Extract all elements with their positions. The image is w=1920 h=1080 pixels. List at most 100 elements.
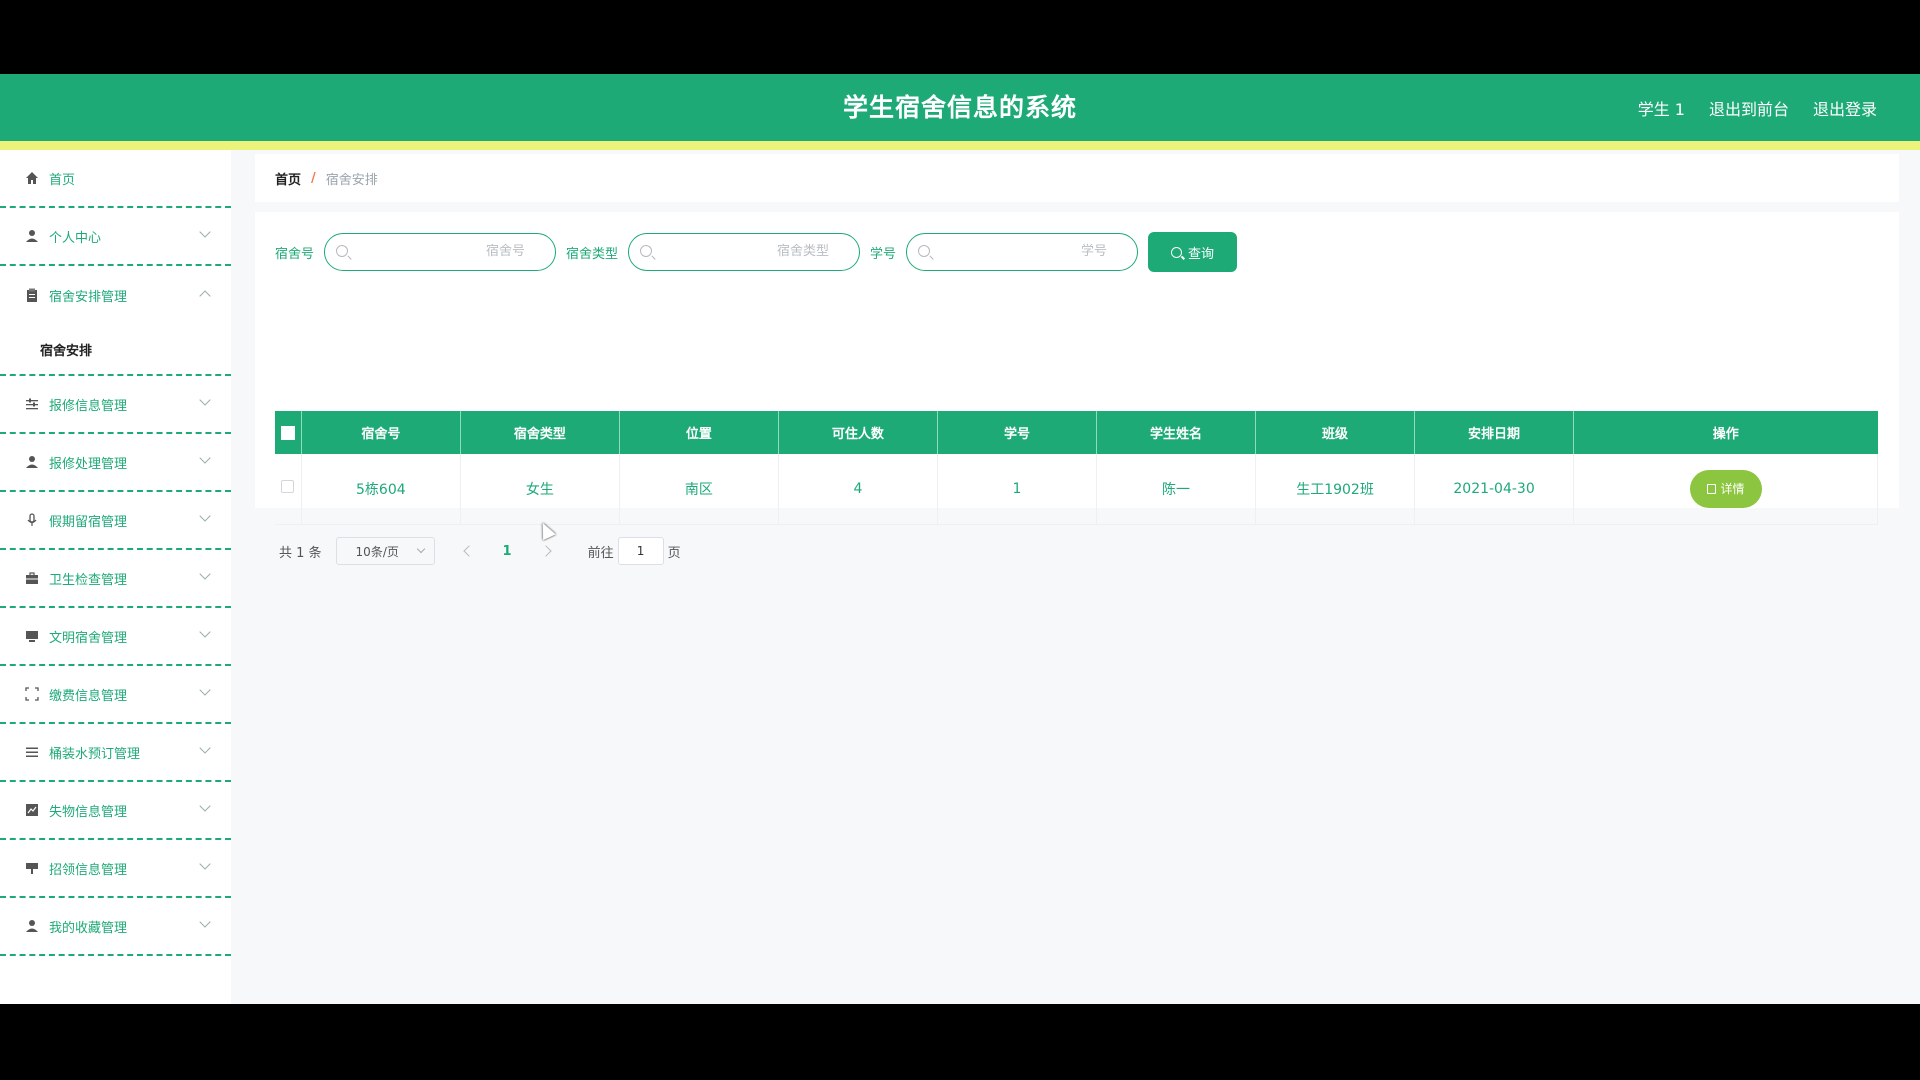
user-icon	[24, 454, 40, 470]
sidebar-item-water-order[interactable]: 桶装水预订管理	[0, 724, 231, 782]
search-row: 宿舍号 宿舍类型 学号 查询	[275, 232, 1238, 272]
column-header: 班级	[1255, 411, 1416, 454]
sidebar-item-dorm-arrangement[interactable]: 宿舍安排管理	[0, 266, 231, 324]
sidebar-item-repair-handling[interactable]: 报修处理管理	[0, 434, 231, 492]
goto-suffix: 页	[667, 545, 681, 561]
page-size-select[interactable]: 10条/页	[335, 537, 435, 565]
total-count: 共 1 条	[279, 545, 322, 561]
column-header: 宿舍号	[301, 411, 461, 454]
search-icon	[336, 245, 349, 257]
sidebar-item-label: 宿舍安排管理	[49, 289, 128, 305]
logout-link[interactable]: 退出登录	[1813, 96, 1877, 120]
cell-name: 陈一	[1096, 454, 1257, 525]
student-search-label: 学号	[870, 246, 897, 262]
sidebar-item-label: 假期留宿管理	[49, 514, 128, 530]
sidebar: 首页 个人中心 宿舍安排管理 宿舍安排 报修信息管理 报修处理管理 假期留宿管理…	[0, 150, 231, 1004]
breadcrumb-separator: /	[311, 170, 316, 186]
sidebar-item-label: 报修信息管理	[49, 398, 128, 414]
page-number[interactable]: 1	[503, 544, 512, 559]
signpost-icon	[24, 860, 40, 876]
cell-location: 南区	[619, 454, 779, 525]
cell-class: 生工1902班	[1255, 454, 1416, 525]
current-user[interactable]: 学生 1	[1638, 96, 1685, 120]
microphone-icon	[24, 512, 40, 528]
student-search-box	[906, 233, 1139, 271]
document-icon	[1706, 483, 1716, 494]
sidebar-item-label: 卫生检查管理	[49, 572, 128, 588]
sidebar-item-hygiene-check[interactable]: 卫生检查管理	[0, 550, 231, 608]
type-search-box	[628, 233, 861, 271]
query-button-label: 查询	[1188, 245, 1215, 261]
cell-capacity: 4	[778, 454, 938, 525]
header-stripe	[0, 141, 1920, 150]
user-icon	[24, 918, 40, 934]
sidebar-item-payment-info[interactable]: 缴费信息管理	[0, 666, 231, 724]
type-search-input[interactable]	[659, 234, 850, 269]
sidebar-item-lost-items[interactable]: 失物信息管理	[0, 782, 231, 840]
table-header-row: 宿舍号 宿舍类型 位置 可住人数 学号 学生姓名 班级 安排日期 操作	[275, 411, 1878, 454]
search-icon	[918, 245, 931, 257]
next-page-icon[interactable]	[539, 545, 552, 557]
sidebar-item-found-items[interactable]: 招领信息管理	[0, 840, 231, 898]
breadcrumb: 首页 / 宿舍安排	[255, 154, 1899, 202]
table-row: 5栋604 女生 南区 4 1 陈一 生工1902班 2021-04-30 详情	[275, 454, 1878, 525]
sidebar-item-holiday-stay[interactable]: 假期留宿管理	[0, 492, 231, 550]
chevron-down-icon	[199, 800, 211, 812]
sidebar-item-label: 报修处理管理	[49, 456, 128, 472]
sidebar-item-label: 个人中心	[49, 230, 102, 246]
sidebar-item-civilized-dorm[interactable]: 文明宿舍管理	[0, 608, 231, 666]
exit-to-front-link[interactable]: 退出到前台	[1709, 96, 1789, 120]
search-icon	[1171, 246, 1183, 258]
student-search-input[interactable]	[937, 234, 1128, 269]
cell-type: 女生	[460, 454, 620, 525]
sidebar-item-home[interactable]: 首页	[0, 150, 231, 208]
query-button[interactable]: 查询	[1148, 232, 1238, 272]
dorm-search-input[interactable]	[355, 234, 546, 269]
sidebar-item-label: 首页	[49, 172, 76, 188]
chevron-up-icon	[199, 290, 211, 302]
sidebar-item-label: 招领信息管理	[49, 862, 128, 878]
column-header: 可住人数	[778, 411, 938, 454]
sidebar-item-label: 失物信息管理	[49, 804, 128, 820]
sidebar-item-label: 我的收藏管理	[49, 920, 128, 936]
scan-icon	[24, 686, 40, 702]
chevron-down-icon	[199, 684, 211, 696]
top-header: 学生宿舍信息的系统 学生 1 退出到前台 退出登录	[0, 74, 1920, 141]
sidebar-subitem-dorm-arrangement[interactable]: 宿舍安排	[0, 324, 231, 376]
page-size-value: 10条/页	[355, 544, 399, 559]
app-title: 学生宿舍信息的系统	[842, 93, 1077, 122]
select-all-header[interactable]	[275, 411, 302, 454]
row-checkbox[interactable]	[281, 480, 295, 494]
chart-icon	[24, 802, 40, 818]
breadcrumb-current: 宿舍安排	[325, 172, 378, 188]
row-select-cell[interactable]	[275, 454, 302, 525]
goto-label: 前往	[587, 545, 614, 561]
dorm-table: 宿舍号 宿舍类型 位置 可住人数 学号 学生姓名 班级 安排日期 操作 5栋60…	[275, 411, 1878, 525]
dorm-search-label: 宿舍号	[275, 246, 315, 262]
header-links: 学生 1 退出到前台 退出登录	[1638, 96, 1877, 120]
briefcase-icon	[24, 570, 40, 586]
sidebar-item-personal[interactable]: 个人中心	[0, 208, 231, 266]
chevron-down-icon	[199, 916, 211, 928]
chevron-down-icon	[199, 568, 211, 580]
detail-button[interactable]: 详情	[1689, 469, 1762, 508]
chevron-down-icon	[199, 626, 211, 638]
user-icon	[24, 228, 40, 244]
menu-icon	[24, 744, 40, 760]
breadcrumb-home[interactable]: 首页	[275, 169, 301, 188]
select-all-checkbox[interactable]	[280, 425, 295, 440]
column-header: 宿舍类型	[460, 411, 620, 454]
sliders-icon	[24, 396, 40, 412]
sidebar-item-repair-info[interactable]: 报修信息管理	[0, 376, 231, 434]
chevron-down-icon	[416, 544, 425, 554]
pagination: 共 1 条 10条/页 1 前往 页	[279, 537, 681, 565]
chevron-down-icon	[199, 226, 211, 238]
goto-page-input[interactable]	[617, 537, 664, 565]
cell-action: 详情	[1573, 454, 1878, 525]
sidebar-item-favorites[interactable]: 我的收藏管理	[0, 898, 231, 956]
chevron-down-icon	[199, 452, 211, 464]
column-header: 位置	[619, 411, 779, 454]
clipboard-icon	[24, 287, 40, 303]
column-header: 操作	[1573, 411, 1878, 454]
prev-page-icon[interactable]	[462, 545, 475, 557]
